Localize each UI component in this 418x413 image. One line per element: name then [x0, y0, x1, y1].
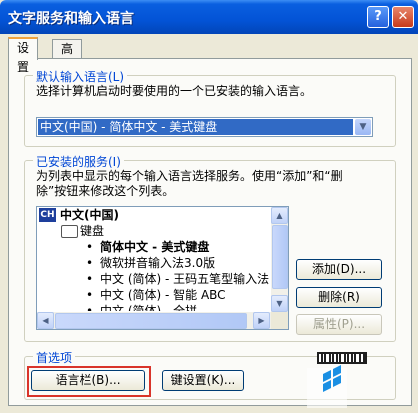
tree-item-service[interactable]: 微软拼音输入法3.0版 [100, 255, 215, 271]
scroll-down-icon[interactable]: ▼ [271, 295, 288, 312]
tree-item-service[interactable]: 中文 (简体) - 全拼 [100, 303, 197, 311]
default-language-legend: 默认输入语言(L) [33, 68, 128, 85]
default-language-description: 选择计算机启动时要使用的一个已安装的输入语言。 [36, 84, 313, 98]
horizontal-scrollbar[interactable]: ◀ ▶ [37, 312, 271, 329]
scroll-up-icon[interactable]: ▲ [271, 207, 288, 224]
highlight-box [27, 366, 151, 397]
bullet-icon: • [86, 240, 94, 254]
tree-item-service[interactable]: 中文 (简体) - 智能 ABC [100, 287, 226, 303]
bullet-icon: • [86, 256, 94, 270]
vertical-scrollbar[interactable]: ▲ ▼ [271, 207, 288, 312]
services-description-line1: 为列表中显示的每个输入语言选择服务。使用“添加”和“删 [36, 169, 343, 183]
tree-item-service[interactable]: 简体中文 - 美式键盘 [100, 239, 209, 255]
windows-logo-icon [307, 352, 367, 408]
tree-item-keyboard[interactable]: 键盘 [80, 223, 104, 239]
tree-item-service[interactable]: 中文 (简体) - 王码五笔型输入法 [100, 271, 270, 287]
scroll-corner [271, 312, 288, 329]
vertical-scroll-thumb[interactable] [272, 225, 288, 289]
scroll-left-icon[interactable]: ◀ [37, 312, 54, 329]
horizontal-scroll-thumb[interactable] [55, 313, 247, 329]
window-title: 文字服务和输入语言 [8, 11, 134, 27]
default-language-select[interactable]: 中文(中国) - 简体中文 - 美式键盘 ▼ [36, 117, 373, 137]
preferences-legend: 首选项 [33, 349, 76, 366]
bullet-icon: • [86, 288, 94, 302]
tab-settings[interactable]: 设置 [8, 37, 39, 74]
services-description-line2: 除”按钮来修改这个列表。 [36, 184, 175, 198]
help-button[interactable]: ? [367, 6, 389, 28]
close-button[interactable]: ✕ [392, 6, 414, 28]
properties-button[interactable]: 属性(P)... [296, 314, 382, 335]
keyboard-icon [61, 225, 78, 238]
remove-button[interactable]: 删除(R) [296, 287, 382, 308]
language-badge-icon: CH [39, 208, 56, 222]
bullet-icon: • [86, 272, 94, 286]
tab-advanced[interactable]: 高级 [52, 39, 83, 75]
title-bar: 文字服务和输入语言 ? ✕ [0, 0, 418, 34]
add-button[interactable]: 添加(D)... [296, 259, 382, 280]
bullet-icon: • [86, 304, 94, 311]
scroll-right-icon[interactable]: ▶ [253, 312, 270, 329]
chevron-down-icon[interactable]: ▼ [355, 119, 371, 135]
installed-services-legend: 已安装的服务(I) [33, 153, 124, 170]
tree-item-language[interactable]: 中文(中国) [60, 207, 119, 223]
default-language-value: 中文(中国) - 简体中文 - 美式键盘 [38, 119, 353, 135]
key-settings-button[interactable]: 键设置(K)... [162, 370, 244, 391]
